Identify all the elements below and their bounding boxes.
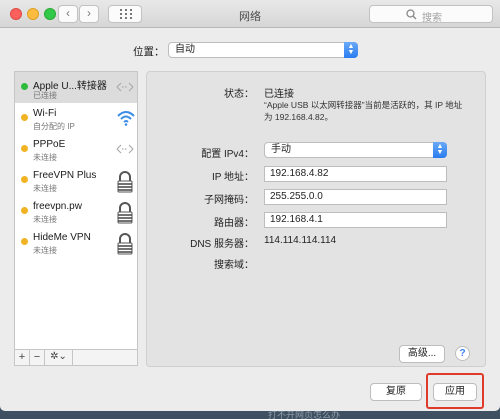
search-field[interactable]: 搜索 [369,5,493,24]
service-name: HideMe VPN [33,232,91,243]
service-item-apple-usb[interactable]: Apple U...转接器 已连接 [15,72,137,103]
ethernet-arrows-icon [116,82,134,92]
ip-address-field[interactable]: 192.168.4.82 [264,166,447,182]
service-name: PPPoE [33,139,66,150]
service-item-freevpn-pw[interactable]: freevpn.pw 未连接 [15,196,137,227]
lock-icon [117,171,133,193]
ip-address-label: IP 地址： [211,172,254,183]
status-label: 状态： [224,89,254,100]
service-status: 未连接 [33,153,57,162]
configure-ipv4-value: 手动 [271,144,291,155]
subnet-mask-label: 子网掩码： [204,195,254,206]
revert-button[interactable]: 复原 [370,383,422,401]
router-field[interactable]: 192.168.4.1 [264,212,447,228]
service-item-freevpn-plus[interactable]: FreeVPN Plus 未连接 [15,165,137,196]
service-name: Wi-Fi [33,108,57,119]
status-dot-not-connected [21,238,28,245]
lock-icon [117,233,133,255]
service-status: 已连接 [33,91,57,100]
router-label: 路由器： [214,218,254,229]
status-dot-not-connected [21,114,28,121]
add-service-button[interactable]: + [15,350,30,365]
network-preferences-window: ‹ › 网络 搜索 位置： 自动 ▲ ▼ Apple U...转接器 已连接 Wi… [0,0,500,411]
service-status: 自分配的 IP [33,122,75,131]
remove-service-button[interactable]: − [30,350,45,365]
service-item-hideme-vpn[interactable]: HideMe VPN 未连接 [15,227,137,258]
search-domains-label: 搜索域： [214,260,254,271]
service-status: 未连接 [33,184,57,193]
status-dot-not-connected [21,176,28,183]
highlight-box [426,373,484,409]
service-list: Apple U...转接器 已连接 Wi-Fi 自分配的 IP PPPoE 未连… [14,71,138,350]
search-placeholder: 搜索 [422,13,442,24]
search-icon [406,9,417,20]
service-item-pppoe[interactable]: PPPoE 未连接 [15,134,137,165]
updown-arrows-icon: ▲ ▼ [433,142,447,158]
service-name: FreeVPN Plus [33,170,97,181]
location-label: 位置： [133,46,165,58]
status-dot-not-connected [21,145,28,152]
lock-icon [117,202,133,224]
wifi-icon [117,111,135,126]
service-status: 未连接 [33,246,57,255]
title-bar: ‹ › 网络 搜索 [0,0,500,28]
subnet-mask-field[interactable]: 255.255.0.0 [264,189,447,205]
configure-ipv4-select[interactable]: 手动 ▲ ▼ [264,142,447,158]
dns-server-label: DNS 服务器： [190,239,254,250]
advanced-button[interactable]: 高级... [399,345,445,363]
service-name: freevpn.pw [33,201,82,212]
location-value: 自动 [175,44,195,55]
updown-arrows-icon: ▲ ▼ [344,42,358,58]
service-item-wifi[interactable]: Wi-Fi 自分配的 IP [15,103,137,134]
dns-server-value: 114.114.114.114 [264,235,337,246]
ethernet-arrows-icon [116,144,134,154]
gear-menu-button[interactable]: ✲⌄ [45,350,73,365]
status-description: “Apple USB 以太网转接器”当前是活跃的，其 IP 地址为 192.16… [264,100,463,122]
status-dot-connected [21,83,28,90]
help-button[interactable]: ? [455,346,470,361]
location-select[interactable]: 自动 ▲ ▼ [168,42,358,58]
configure-ipv4-label: 配置 IPv4： [201,149,254,160]
service-list-toolbar: + − ✲⌄ [14,350,138,366]
service-status: 未连接 [33,215,57,224]
status-dot-not-connected [21,207,28,214]
status-value: 已连接 [264,89,294,100]
